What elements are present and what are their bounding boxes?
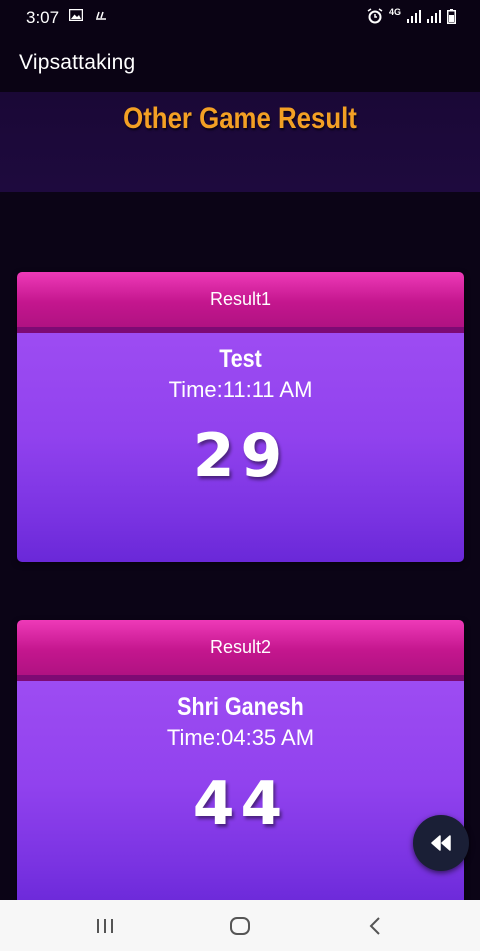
app-bar: Vipsattaking — [0, 34, 480, 92]
result-card: Result1 Test Time:11:11 AM 29 — [17, 272, 464, 562]
game-time: Time:04:35 AM — [166, 725, 315, 750]
notification-icon — [96, 11, 106, 20]
results-list[interactable]: Result1 Test Time:11:11 AM 29 Result2 Sh… — [0, 192, 480, 900]
nav-recents-button[interactable] — [65, 900, 145, 951]
back-icon — [369, 916, 380, 935]
app-title: Vipsattaking — [19, 51, 136, 74]
alarm-icon — [367, 8, 383, 24]
result-card-body: Test Time:11:11 AM 29 — [17, 333, 464, 562]
game-result-number: 29 — [192, 421, 289, 491]
rewind-button[interactable] — [413, 815, 469, 871]
status-left-icons — [69, 9, 107, 21]
result-card-header: Result2 — [17, 620, 464, 681]
nav-home-button[interactable] — [200, 900, 280, 951]
status-time: 3:07 — [26, 8, 60, 27]
signal-icon-2 — [427, 9, 441, 23]
network-type: 4G — [388, 7, 401, 17]
banner-title: Other Game Result — [123, 102, 357, 135]
status-right-icons: 4G — [367, 7, 456, 24]
gallery-icon — [69, 9, 83, 21]
recents-icon — [97, 918, 113, 933]
signal-icon — [407, 9, 421, 23]
nav-back-button[interactable] — [335, 900, 415, 951]
rewind-icon — [431, 835, 451, 851]
result-card-body: Shri Ganesh Time:04:35 AM 44 — [17, 681, 464, 900]
game-result-number: 44 — [192, 769, 289, 839]
result-card: Result2 Shri Ganesh Time:04:35 AM 44 — [17, 620, 464, 900]
home-icon — [230, 916, 250, 935]
status-bar: 3:07 4G — [0, 0, 480, 34]
game-name: Test — [219, 345, 262, 373]
result-card-header: Result1 — [17, 272, 464, 333]
game-time: Time:11:11 AM — [168, 377, 313, 402]
system-nav-bar — [0, 900, 480, 951]
banner: Other Game Result — [0, 92, 480, 192]
game-name: Shri Ganesh — [177, 693, 304, 721]
battery-icon — [447, 8, 456, 24]
